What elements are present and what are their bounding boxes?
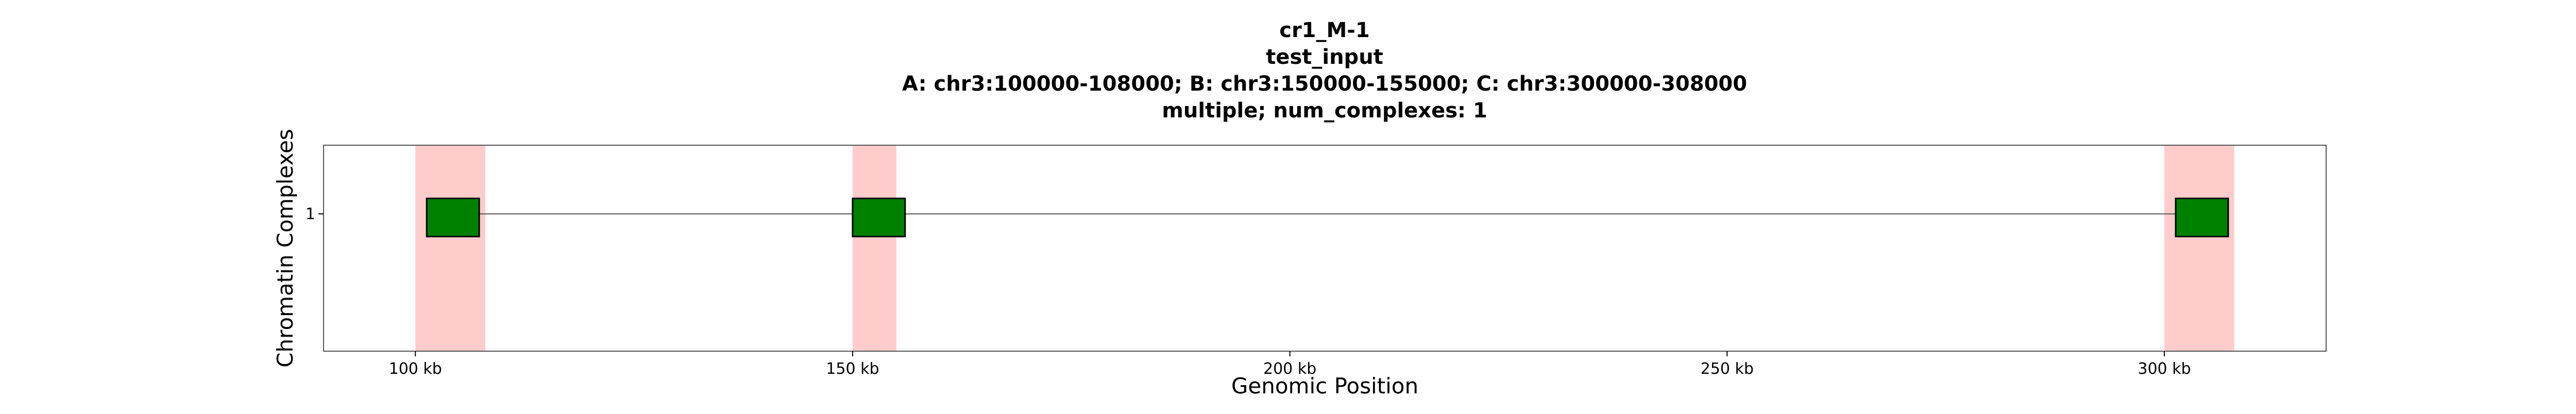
anchor-regions — [415, 145, 2234, 351]
complex-fragments — [426, 197, 2229, 237]
complex-fragment — [852, 197, 906, 237]
chart-svg: cr1_M-1 test_input A: chr3:100000-108000; … — [273, 19, 2327, 399]
title-line: multiple; num_complexes: 1 — [1162, 99, 1487, 123]
anchor-region-b — [852, 145, 896, 351]
complex-fragment — [2175, 197, 2229, 237]
x-tick-label: 100 kb — [389, 360, 442, 378]
title-line: A: chr3:100000-108000; B: chr3:150000-15… — [902, 72, 1747, 96]
plot-frame — [323, 145, 2327, 352]
y-tick-label: 1 — [306, 205, 315, 223]
x-axis-label: Genomic Position — [1231, 373, 1418, 399]
chart-container: cr1_M-1 test_input A: chr3:100000-108000; … — [0, 0, 2576, 412]
x-tick-label: 250 kb — [1701, 360, 1754, 378]
y-axis-label: Chromatin Complexes — [273, 129, 298, 367]
x-tick-label: 150 kb — [826, 360, 879, 378]
anchor-region-c — [2164, 145, 2234, 351]
chart-title: cr1_M-1 test_input A: chr3:100000-108000; … — [902, 19, 1747, 123]
complex-fragment — [426, 197, 480, 237]
x-tick-label: 300 kb — [2138, 360, 2191, 378]
title-line: cr1_M-1 — [1279, 19, 1370, 42]
title-line: test_input — [1266, 45, 1383, 69]
anchor-region-a — [415, 145, 486, 351]
y-axis-ticks: 1 — [306, 205, 324, 223]
